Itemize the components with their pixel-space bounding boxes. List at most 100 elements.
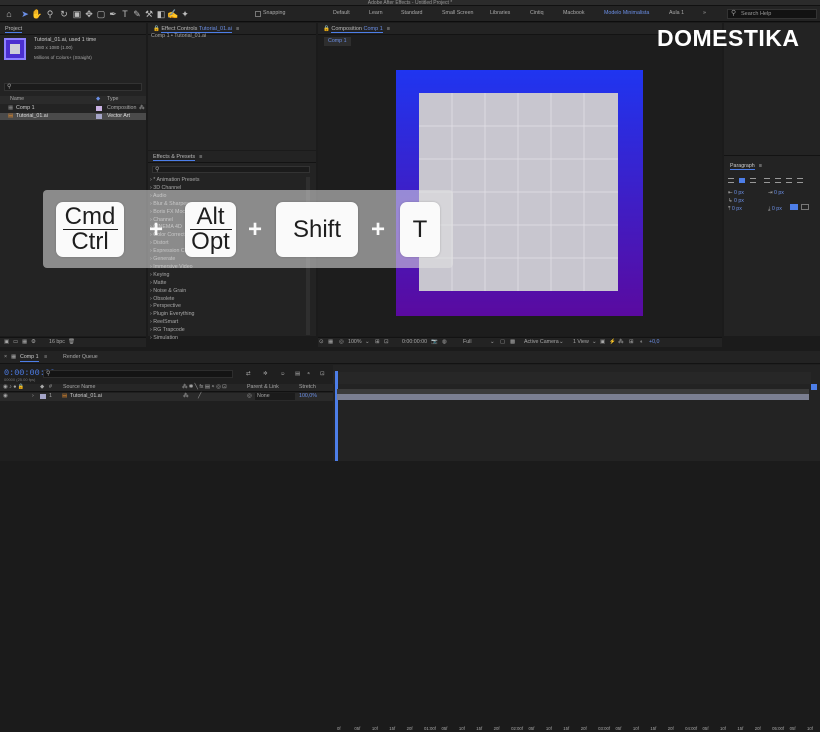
pan-behind-icon[interactable]: ✥ (84, 9, 94, 19)
workspace-small-screen[interactable]: Small Screen (442, 10, 474, 16)
pen-tool-icon[interactable]: ✒ (108, 9, 118, 19)
effects-search-input[interactable]: ⚲ (152, 166, 310, 173)
fast-preview-icon[interactable]: ⚡ (609, 339, 616, 346)
layer-row[interactable]: ◉ › 1 ▤ Tutorial_01.ai ⁂ ╱ ◎ None 100,0% (0, 393, 333, 401)
stamp-tool-icon[interactable]: ⚒ (144, 9, 154, 19)
puppet-tool-icon[interactable]: ✦ (180, 9, 190, 19)
stretch-value[interactable]: 100,0% (299, 393, 317, 400)
justify-all-icon[interactable] (797, 178, 803, 183)
rtl-direction-icon[interactable] (801, 204, 809, 210)
draft-3d-icon[interactable]: ✲ (263, 371, 267, 378)
zoom-dropdown[interactable]: 100% (348, 339, 362, 346)
workspace-libraries[interactable]: Libraries (490, 10, 510, 16)
first-line-indent-value[interactable]: 0 px (734, 198, 744, 204)
workspace-aula-1[interactable]: Aula 1 (669, 10, 684, 16)
flowchart-icon[interactable]: ⁂ (618, 339, 623, 346)
grid-toggle-icon[interactable]: ▦ (328, 339, 333, 346)
project-row-tutorial[interactable]: ▤ Tutorial_01.ai Vector Art (0, 113, 146, 120)
rotate-tool-icon[interactable]: ↻ (59, 9, 69, 19)
transparency-grid-icon[interactable]: ▩ (510, 339, 515, 346)
reset-exposure-icon[interactable]: ◐ (640, 339, 643, 346)
timeline-search-input[interactable]: ⚲ (43, 370, 233, 378)
align-right-icon[interactable] (750, 178, 756, 183)
trash-icon[interactable]: 🗑 (68, 339, 75, 346)
composition-tab[interactable]: Composition Comp 1 (331, 26, 383, 33)
column-parent[interactable]: Parent & Link (247, 384, 279, 391)
effect-category[interactable]: › Obsolete (150, 296, 174, 303)
zoom-tool-icon[interactable]: ⚲ (45, 9, 55, 19)
pick-whip-icon[interactable]: ◎ (247, 393, 252, 400)
resolution-dropdown[interactable]: Full (463, 339, 472, 346)
workspace-learn[interactable]: Learn (369, 10, 383, 16)
column-stretch[interactable]: Stretch (299, 384, 316, 391)
toggle-pixel-icon[interactable]: ▣ (600, 339, 605, 346)
guides-icon[interactable]: ⊡ (384, 339, 388, 346)
effect-category[interactable]: › Matte (150, 280, 167, 287)
snapping-checkbox[interactable] (255, 11, 261, 17)
view-layout-dropdown[interactable]: 1 View (573, 339, 589, 346)
comp-mini-flowchart-icon[interactable]: ⇄ (246, 371, 250, 378)
parent-dropdown[interactable]: None (255, 393, 295, 400)
brush-tool-icon[interactable]: ✎ (132, 9, 142, 19)
effects-presets-tab[interactable]: Effects & Presets (153, 154, 196, 161)
effect-category[interactable]: › Simulation (150, 335, 178, 342)
effect-category[interactable]: › Plugin Everything (150, 311, 194, 318)
expand-arrow-icon[interactable]: › (32, 393, 34, 400)
grid-overlay-icon[interactable]: ⊞ (375, 339, 379, 346)
current-time[interactable]: 0:00:00:00 (402, 339, 427, 346)
space-before-value[interactable]: 0 px (732, 206, 742, 212)
column-name[interactable]: Name (10, 96, 24, 103)
workspace-standard[interactable]: Standard (401, 10, 423, 16)
camera-tool-icon[interactable]: ▣ (72, 9, 82, 19)
layer-duration-bar[interactable] (337, 394, 809, 400)
effect-controls-tab[interactable]: Effect Controls Tutorial_01.ai (161, 26, 232, 33)
effect-category[interactable]: › Keying (150, 272, 169, 279)
align-center-icon[interactable] (739, 178, 745, 183)
motion-blur-icon[interactable]: ◓ (307, 371, 310, 378)
settings-icon[interactable]: ⚙ (31, 339, 36, 346)
region-of-interest-icon[interactable]: ▢ (500, 339, 505, 346)
timeline-icon[interactable]: ⊞ (629, 339, 633, 346)
ltr-direction-icon[interactable] (790, 204, 798, 210)
home-icon[interactable]: ⌂ (4, 9, 14, 19)
layer-label-chip[interactable] (40, 394, 46, 399)
project-tab[interactable]: Project (5, 26, 23, 33)
magnification-icon[interactable]: ⊙ (319, 339, 323, 346)
justify-center-icon[interactable] (775, 178, 781, 183)
menu-icon[interactable]: ≡ (387, 26, 390, 32)
mask-icon[interactable]: ◎ (339, 339, 344, 346)
menu-icon[interactable]: ≡ (199, 154, 202, 160)
interpret-footage-icon[interactable]: ▣ (4, 339, 9, 346)
bit-depth[interactable]: 16 bpc (49, 339, 65, 346)
time-ruler[interactable] (333, 372, 811, 384)
workspace-default[interactable]: Default (333, 10, 350, 16)
rectangle-tool-icon[interactable]: ▢ (96, 9, 106, 19)
effect-category[interactable]: › Perspective (150, 303, 181, 310)
roto-brush-icon[interactable]: ✍ (167, 9, 178, 19)
timeline-tab-comp[interactable]: Comp 1 (20, 354, 39, 362)
close-icon[interactable]: × (4, 354, 7, 361)
work-area-end-handle[interactable] (811, 384, 817, 390)
effect-category[interactable]: › * Animation Presets (150, 177, 199, 184)
effect-category[interactable]: › Noise & Grain (150, 288, 186, 295)
menu-icon[interactable]: ≡ (44, 354, 47, 361)
align-left-icon[interactable] (728, 178, 734, 183)
hand-tool-icon[interactable]: ✋ (31, 9, 42, 19)
project-search-input[interactable]: ⚲ (4, 83, 142, 91)
justify-right-icon[interactable] (786, 178, 792, 183)
column-source-name[interactable]: Source Name (63, 384, 95, 391)
snapshot-icon[interactable]: 📷 (431, 339, 438, 346)
workspace-more-icon[interactable]: » (703, 10, 706, 16)
visibility-icon[interactable]: ◉ (3, 393, 8, 400)
shy-icon[interactable]: ☺ (280, 371, 285, 378)
render-queue-tab[interactable]: Render Queue (63, 354, 98, 361)
effect-category[interactable]: › ReelSmart (150, 319, 178, 326)
new-folder-icon[interactable]: ▭ (13, 339, 18, 346)
paragraph-tab[interactable]: Paragraph ≡ (730, 163, 762, 170)
selection-tool-icon[interactable]: ➤ (20, 9, 30, 19)
new-comp-icon[interactable]: ▦ (22, 339, 27, 346)
show-snapshot-icon[interactable]: ◍ (442, 339, 447, 346)
type-tool-icon[interactable]: T (120, 9, 130, 19)
comp-subtab[interactable]: Comp 1 (324, 37, 351, 46)
workspace-macbook[interactable]: Macbook (563, 10, 585, 16)
